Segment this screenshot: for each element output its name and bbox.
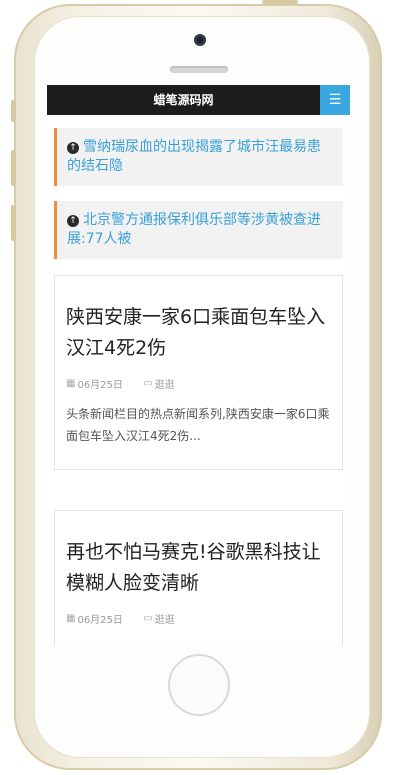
- menu-button[interactable]: ☰: [320, 85, 350, 115]
- front-camera: [194, 34, 206, 46]
- post-date: 06月25日: [77, 615, 123, 626]
- post-date: 06月25日: [77, 380, 123, 391]
- notice-link[interactable]: 北京警方通报保利俱乐部等涉黄被查进展:77人被: [67, 212, 321, 247]
- folder-icon: ▭: [143, 378, 153, 389]
- folder-icon: ▭: [143, 613, 153, 624]
- post-title[interactable]: 陕西安康一家6口乘面包车坠入汉江4死2伤: [66, 302, 332, 364]
- power-button: [262, 0, 298, 4]
- post-title[interactable]: 再也不怕马赛克!谷歌黑科技让模糊人脸变清晰: [66, 537, 332, 599]
- earpiece-speaker: [170, 66, 228, 73]
- volume-down-button: [11, 205, 16, 241]
- site-title[interactable]: 蜡笔源码网: [47, 85, 320, 115]
- post-category[interactable]: 逛逛: [155, 380, 175, 391]
- notice-item[interactable]: ↑ 北京警方通报保利俱乐部等涉黄被查进展:77人被: [54, 201, 343, 259]
- notice-link[interactable]: 雪纳瑞尿血的出现揭露了城市汪最易患的结石隐: [67, 139, 321, 174]
- post-meta: ▦ 06月25日 ▭ 逛逛: [66, 376, 332, 391]
- post-card[interactable]: 再也不怕马赛克!谷歌黑科技让模糊人脸变清晰 ▦ 06月25日 ▭ 逛逛: [54, 510, 343, 645]
- post-meta: ▦ 06月25日 ▭ 逛逛: [66, 611, 332, 626]
- post-category[interactable]: 逛逛: [155, 615, 175, 626]
- calendar-icon: ▦: [66, 613, 76, 624]
- phone-screen: 蜡笔源码网 ☰ ↑ 雪纳瑞尿血的出现揭露了城市汪最易患的结石隐 ↑ 北京警方通报保利…: [47, 85, 350, 645]
- volume-up-button: [11, 150, 16, 186]
- post-excerpt: 头条新闻栏目的热点新闻系列,陕西安康一家6口乘面包车坠入汉江4死2伤...: [66, 407, 330, 443]
- calendar-icon: ▦: [66, 378, 76, 389]
- menu-icon: ☰: [328, 92, 342, 108]
- top-navigation-bar: 蜡笔源码网 ☰: [47, 85, 350, 115]
- arrow-up-circle-icon: ↑: [67, 215, 79, 227]
- notice-item[interactable]: ↑ 雪纳瑞尿血的出现揭露了城市汪最易患的结石隐: [54, 128, 343, 186]
- post-card[interactable]: 陕西安康一家6口乘面包车坠入汉江4死2伤 ▦ 06月25日 ▭ 逛逛 头条新闻栏目的…: [54, 275, 343, 470]
- home-button[interactable]: [168, 654, 230, 716]
- mute-switch: [11, 100, 16, 122]
- arrow-up-circle-icon: ↑: [67, 142, 79, 154]
